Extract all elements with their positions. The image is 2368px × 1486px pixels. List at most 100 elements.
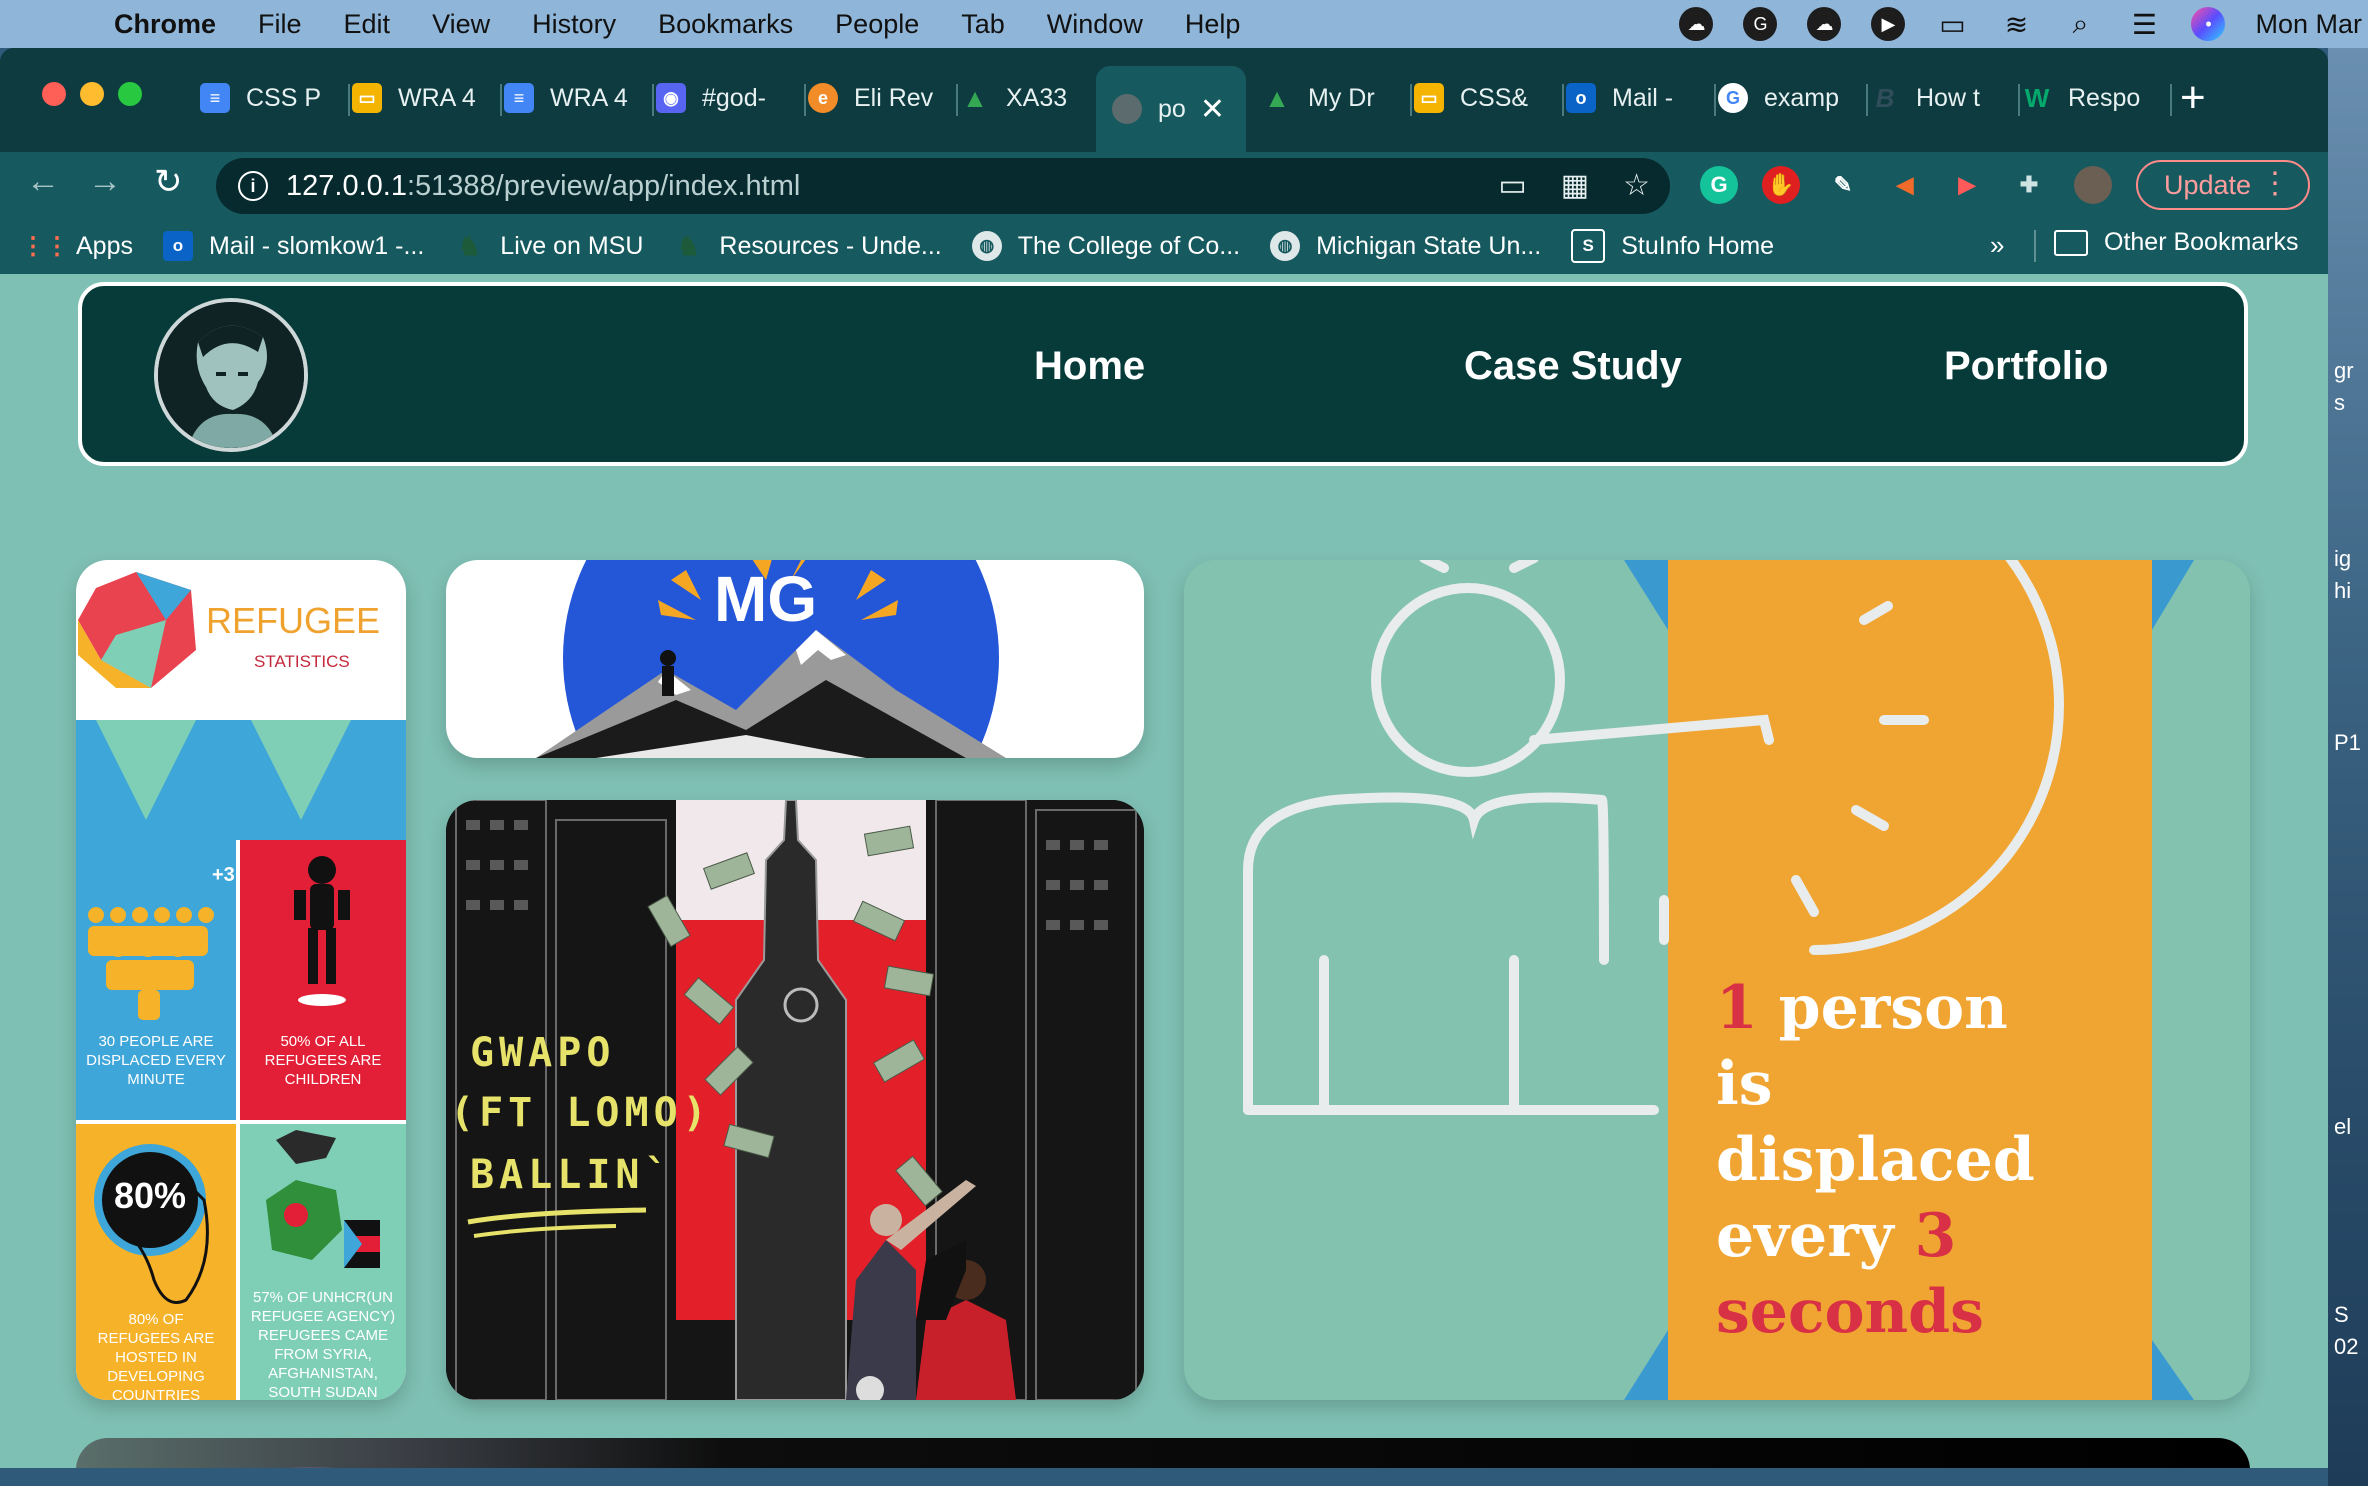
reload-icon[interactable]: ↻ <box>154 162 183 202</box>
mg-logo-card[interactable]: MG <box>446 560 1144 758</box>
forward-arrow-icon[interactable]: → <box>88 162 122 201</box>
outlook-icon: o <box>162 231 193 261</box>
globe-icon: ◍ <box>1270 231 1301 261</box>
nav-case-study[interactable]: Case Study <box>1464 344 1682 389</box>
folder-icon <box>2054 229 2088 256</box>
tab-how-to[interactable]: B How t <box>1870 64 2020 132</box>
menu-bookmarks[interactable]: Bookmarks <box>658 9 793 40</box>
tab-my-drive[interactable]: ▲ My Dr <box>1262 64 1412 132</box>
google-docs-icon: ≡ <box>200 83 230 113</box>
google-slides-icon: ▭ <box>352 83 382 113</box>
update-chrome-button[interactable]: Update ⋮ <box>2136 160 2310 210</box>
other-bookmarks-label: Other Bookmarks <box>2104 228 2299 256</box>
displacement-stat-card[interactable]: 1 person is displaced every 3 seconds <box>1184 560 2250 1400</box>
minimize-window-button[interactable] <box>80 82 104 106</box>
menu-clock[interactable]: Mon Mar <box>2255 9 2362 40</box>
tab-css-p[interactable]: ≡ CSS P <box>200 64 350 132</box>
menu-people[interactable]: People <box>835 9 919 40</box>
bookmarks-divider <box>2034 230 2036 262</box>
google-docs-icon: ≡ <box>504 83 534 113</box>
site-info-icon[interactable]: i <box>238 171 268 201</box>
more-bookmarks-chevron-icon[interactable]: » <box>1990 230 2004 261</box>
cast-icon[interactable]: ▭ <box>1498 168 1526 203</box>
eyedropper-extension-icon[interactable]: ✎ <box>1824 166 1862 204</box>
infographic-badge: +3 <box>212 864 235 886</box>
tab-portfolio-active[interactable]: po ✕ <box>1096 66 1246 152</box>
bookmark-label: StuInfo Home <box>1621 231 1775 260</box>
bookmark-label: Mail - slomkow1 -... <box>208 231 425 260</box>
menu-edit[interactable]: Edit <box>344 9 391 40</box>
tab-example[interactable]: G examp <box>1718 64 1868 132</box>
profile-logo[interactable] <box>154 298 308 452</box>
megaphone-extension-icon[interactable]: ◀ <box>1886 166 1924 204</box>
infographic-stat-children: 50% OF ALL REFUGEES ARE CHILDREN <box>264 1033 382 1088</box>
tab-label: Respo <box>2068 83 2141 112</box>
desktop-fragment: 02 <box>2334 1334 2359 1359</box>
more-options-icon[interactable]: ⋮ <box>2260 166 2290 201</box>
battery-icon[interactable]: ▭ <box>1935 7 1969 41</box>
address-bar[interactable]: i 127.0.0.1 :51388/preview/app/index.htm… <box>216 158 1670 214</box>
other-bookmarks[interactable]: Other Bookmarks <box>2054 228 2299 257</box>
new-tab-button[interactable]: + <box>2180 76 2206 120</box>
menu-app-name[interactable]: Chrome <box>114 9 216 40</box>
menu-help[interactable]: Help <box>1185 9 1241 40</box>
nav-home[interactable]: Home <box>1034 344 1145 389</box>
menu-window[interactable]: Window <box>1047 9 1143 40</box>
bookmark-live-on-msu[interactable]: ♞ Live on MSU <box>454 231 644 261</box>
bookmark-stuinfo[interactable]: S StuInfo Home <box>1571 229 1774 263</box>
control-center-icon[interactable]: ☰ <box>2127 7 2161 41</box>
bookmark-college[interactable]: ◍ The College of Co... <box>971 231 1240 261</box>
close-tab-icon[interactable]: ✕ <box>1200 92 1225 127</box>
bookmark-star-icon[interactable]: ☆ <box>1623 168 1650 203</box>
nav-portfolio[interactable]: Portfolio <box>1944 344 2108 389</box>
grammarly-extension-icon[interactable]: G <box>1700 166 1738 204</box>
discord-icon: ◉ <box>656 83 686 113</box>
bookmark-mail[interactable]: o Mail - slomkow1 -... <box>162 231 425 261</box>
spotlight-search-icon[interactable]: ⌕ <box>2063 7 2097 41</box>
stat-text-seconds: seconds <box>1716 1277 1984 1347</box>
bottom-media-card[interactable] <box>76 1438 2250 1468</box>
bookmark-resources[interactable]: ♞ Resources - Unde... <box>673 231 942 261</box>
screen-recorder-extension-icon[interactable]: ▶ <box>1948 166 1986 204</box>
close-window-button[interactable] <box>42 82 66 106</box>
profile-avatar[interactable] <box>2074 166 2112 204</box>
grammarly-icon[interactable]: G <box>1743 7 1778 41</box>
refugee-infographic-card[interactable]: REFUGEE STATISTICS +3 30 PEOPLE ARE DISP… <box>76 560 406 1400</box>
url-path: :51388/preview/app/index.html <box>406 169 801 202</box>
qr-code-icon[interactable]: ▦ <box>1561 168 1589 203</box>
menu-tab[interactable]: Tab <box>961 9 1005 40</box>
tab-wra-2[interactable]: ≡ WRA 4 <box>504 64 654 132</box>
wifi-icon[interactable]: ≋ <box>1999 7 2033 41</box>
gwapo-cover-card[interactable]: GWAPO (FT LOMO) BALLIN` <box>446 800 1144 1400</box>
desktop-fragment: ig <box>2334 546 2352 571</box>
desktop-fragment: P1 <box>2334 730 2361 755</box>
tab-xa33[interactable]: ▲ XA33 <box>960 64 1090 132</box>
adblock-extension-icon[interactable]: ✋ <box>1762 166 1800 204</box>
menu-view[interactable]: View <box>432 9 490 40</box>
tab-mail[interactable]: o Mail - <box>1566 64 1716 132</box>
menu-history[interactable]: History <box>532 9 616 40</box>
tab-label: WRA 4 <box>398 83 476 112</box>
stat-number-one: 1 <box>1716 973 1758 1043</box>
creative-cloud-icon[interactable]: ☁ <box>1679 7 1714 41</box>
tab-label: WRA 4 <box>550 83 628 112</box>
bookmark-msu[interactable]: ◍ Michigan State Un... <box>1270 231 1541 261</box>
backup-icon[interactable]: ☁ <box>1807 7 1842 41</box>
site-header: Home Case Study Portfolio <box>78 282 2248 466</box>
desktop-fragment: hi <box>2334 578 2352 603</box>
back-arrow-icon[interactable]: ← <box>26 162 60 201</box>
menu-file[interactable]: File <box>258 9 302 40</box>
tab-label: po <box>1158 94 1186 123</box>
tab-responsive[interactable]: W Respo <box>2022 64 2172 132</box>
tab-eli-review[interactable]: e Eli Rev <box>808 64 958 132</box>
zoom-window-button[interactable] <box>118 82 142 106</box>
media-play-icon[interactable]: ▶ <box>1871 7 1906 41</box>
tab-strip: ≡ CSS P ▭ WRA 4 ≡ WRA 4 ◉ #god- e Eli Re… <box>0 48 2328 152</box>
desktop-fragment: S <box>2334 1302 2349 1327</box>
tab-discord[interactable]: ◉ #god- <box>656 64 806 132</box>
bookmark-apps[interactable]: ⋮⋮ Apps <box>21 231 133 261</box>
tab-wra-1[interactable]: ▭ WRA 4 <box>352 64 502 132</box>
siri-icon[interactable]: • <box>2191 7 2226 41</box>
extensions-puzzle-icon[interactable]: ✚ <box>2010 166 2048 204</box>
tab-css-and[interactable]: ▭ CSS& <box>1414 64 1564 132</box>
